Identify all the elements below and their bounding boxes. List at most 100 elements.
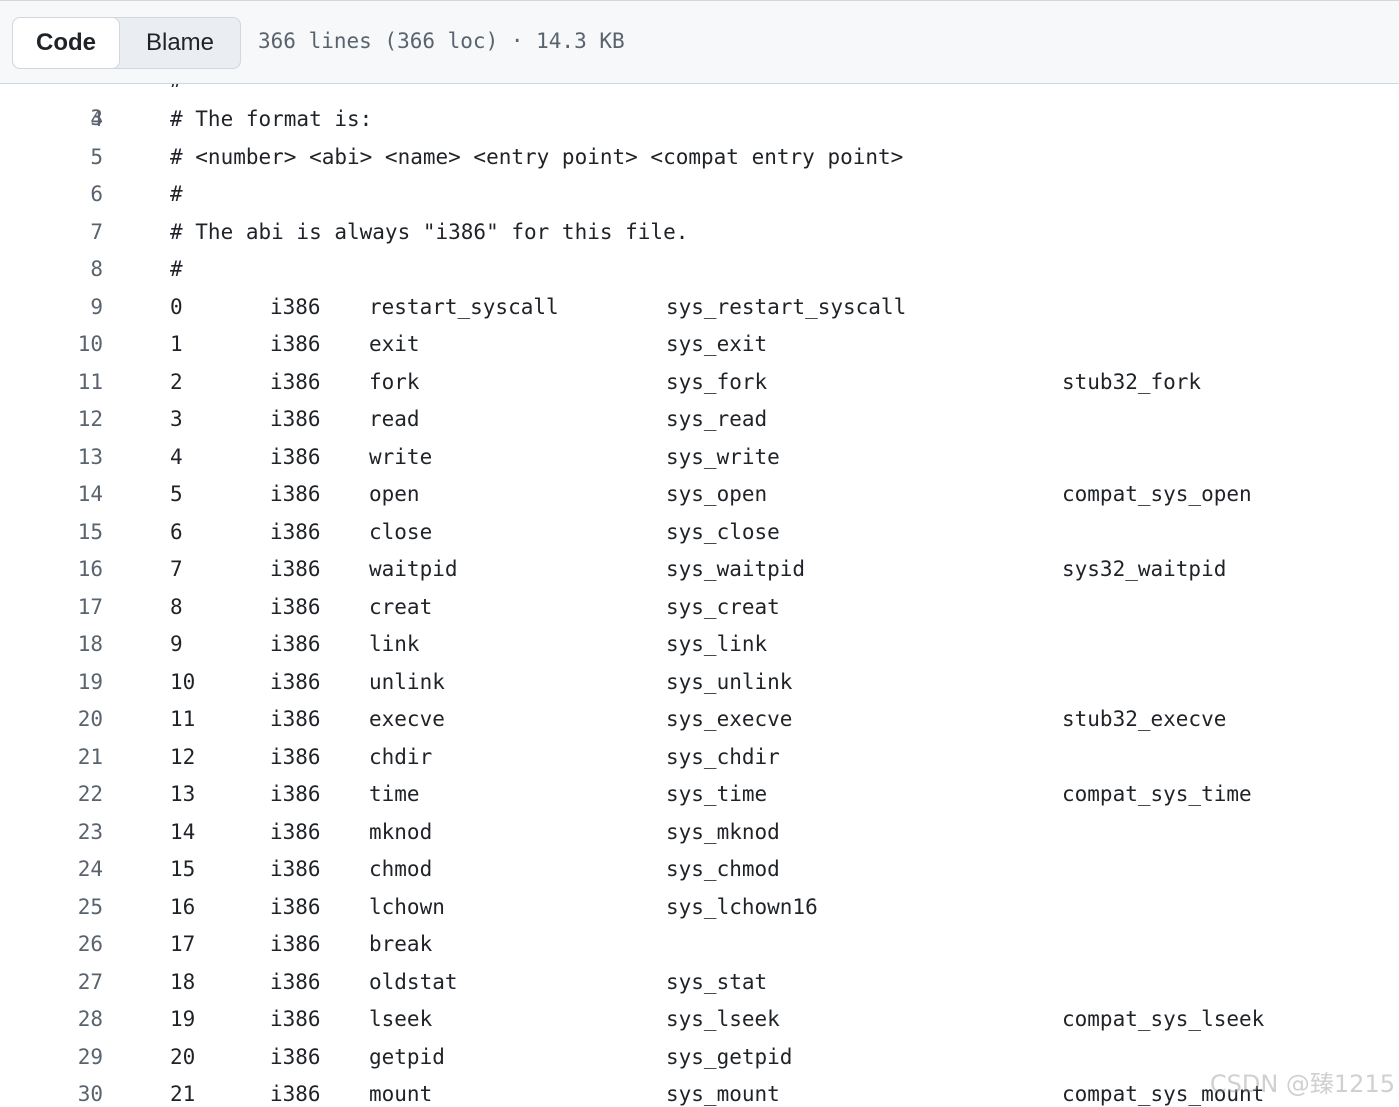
line-number[interactable]: 23 (0, 814, 103, 852)
line-number[interactable]: 28 (0, 1001, 103, 1039)
line-number[interactable]: 10 (0, 326, 103, 364)
line-number[interactable]: 5 (0, 139, 103, 177)
code-line: 19 10 i386 unlink sys_unlink (0, 664, 1399, 702)
syscall-number: 1 (170, 332, 183, 356)
syscall-abi: i386 (270, 969, 321, 994)
syscall-number: 7 (170, 557, 183, 581)
code-line: 22 13 i386 time sys_time compat_sys_time (0, 776, 1399, 814)
syscall-abi: i386 (270, 557, 321, 581)
syscall-abi: i386 (270, 294, 321, 319)
syscall-abi: i386 (270, 519, 321, 544)
syscall-name: mknod (369, 819, 433, 844)
comment-text: # The format is: (170, 107, 373, 131)
syscall-number: 2 (170, 369, 183, 394)
syscall-abi: i386 (270, 444, 321, 469)
line-number[interactable]: 11 (0, 364, 103, 402)
line-number[interactable]: 6 (0, 176, 103, 214)
line-number[interactable]: 21 (0, 739, 103, 777)
code-line: 13 4 i386 write sys_write (0, 439, 1399, 477)
comment-text: # (170, 182, 183, 206)
syscall-name: chmod (369, 857, 433, 881)
line-number[interactable]: 14 (0, 476, 103, 514)
line-number[interactable]: 16 (0, 551, 103, 589)
syscall-entry-point: sys_getpid (666, 1044, 793, 1069)
syscall-entry-point: sys_link (666, 632, 768, 656)
syscall-name: link (369, 632, 420, 656)
syscall-compat-entry: compat_sys_time (1062, 782, 1252, 806)
syscall-number: 14 (170, 819, 196, 844)
code-line: 20 11 i386 execve sys_execve stub32_execve (0, 701, 1399, 739)
code-line-partial: 3 # (0, 84, 1399, 130)
syscall-number: 6 (170, 519, 183, 544)
code-line: 21 12 i386 chdir sys_chdir (0, 739, 1399, 777)
code-line: 10 1 i386 exit sys_exit (0, 326, 1399, 364)
line-number[interactable]: 18 (0, 626, 103, 664)
code-line: 15 6 i386 close sys_close (0, 514, 1399, 552)
line-number[interactable]: 15 (0, 514, 103, 552)
syscall-entry-point: sys_stat (666, 969, 768, 994)
syscall-number: 16 (170, 894, 196, 919)
code-view[interactable]: 3 # 4 # The format is: 5 # <number> <abi> <… (0, 84, 1399, 1107)
syscall-number: 19 (170, 1007, 196, 1031)
line-number[interactable]: 4 (0, 101, 103, 139)
line-number[interactable]: 13 (0, 439, 103, 477)
line-number[interactable]: 24 (0, 851, 103, 889)
code-line: 17 8 i386 creat sys_creat (0, 589, 1399, 627)
syscall-entry-point: sys_open (666, 482, 768, 506)
code-line: 27 18 i386 oldstat sys_stat (0, 964, 1399, 1002)
comment-text: # The abi is always "i386" for this file… (170, 219, 689, 244)
code-line: 4 # The format is: (0, 101, 1399, 139)
syscall-entry-point: sys_creat (666, 594, 780, 619)
code-line: 16 7 i386 waitpid sys_waitpid sys32_waitpid (0, 551, 1399, 589)
code-line: 24 15 i386 chmod sys_chmod (0, 851, 1399, 889)
watermark: CSDN @臻1215 (1209, 1070, 1395, 1098)
syscall-name: restart_syscall (369, 294, 559, 319)
syscall-name: read (369, 407, 420, 431)
syscall-abi: i386 (270, 894, 321, 919)
line-number[interactable]: 9 (0, 289, 103, 327)
line-number[interactable]: 7 (0, 214, 103, 252)
line-number[interactable]: 30 (0, 1076, 103, 1107)
syscall-abi: i386 (270, 707, 321, 731)
syscall-number: 10 (170, 669, 196, 694)
syscall-entry-point: sys_lchown16 (666, 894, 818, 919)
syscall-entry-point: sys_mknod (666, 819, 780, 844)
syscall-entry-point: sys_exit (666, 332, 768, 356)
syscall-entry-point: sys_chdir (666, 744, 780, 769)
syscall-compat-entry: sys32_waitpid (1062, 557, 1227, 581)
syscall-compat-entry: stub32_fork (1062, 369, 1202, 394)
line-number[interactable]: 19 (0, 664, 103, 702)
syscall-abi: i386 (270, 594, 321, 619)
syscall-abi: i386 (270, 482, 321, 506)
line-number[interactable]: 25 (0, 889, 103, 927)
line-number[interactable]: 26 (0, 926, 103, 964)
syscall-number: 0 (170, 294, 183, 319)
syscall-name: execve (369, 707, 445, 731)
line-number[interactable]: 12 (0, 401, 103, 439)
line-number[interactable]: 20 (0, 701, 103, 739)
code-line: 7 # The abi is always "i386" for this fil… (0, 214, 1399, 252)
syscall-entry-point: sys_execve (666, 707, 793, 731)
code-line: 6 # (0, 176, 1399, 214)
line-number[interactable]: 8 (0, 251, 103, 289)
syscall-number: 4 (170, 444, 183, 469)
syscall-name: break (369, 932, 433, 956)
syscall-entry-point: sys_time (666, 782, 768, 806)
code-tab-button[interactable]: Code (12, 17, 120, 69)
syscall-number: 15 (170, 857, 196, 881)
syscall-abi: i386 (270, 857, 321, 881)
syscall-entry-point: sys_read (666, 407, 768, 431)
syscall-abi: i386 (270, 819, 321, 844)
code-line: 30 21 i386 mount sys_mount compat_sys_mount (0, 1076, 1399, 1107)
code-line: 9 0 i386 restart_syscall sys_restart_syscall (0, 289, 1399, 327)
code-line: 14 5 i386 open sys_open compat_sys_open (0, 476, 1399, 514)
syscall-abi: i386 (270, 632, 321, 656)
line-number[interactable]: 17 (0, 589, 103, 627)
line-number[interactable]: 27 (0, 964, 103, 1002)
syscall-compat-entry: compat_sys_open (1062, 482, 1252, 506)
line-number[interactable]: 29 (0, 1039, 103, 1077)
blame-tab-button[interactable]: Blame (120, 18, 240, 68)
syscall-entry-point: sys_waitpid (666, 557, 806, 581)
line-number[interactable]: 22 (0, 776, 103, 814)
syscall-number: 18 (170, 969, 196, 994)
